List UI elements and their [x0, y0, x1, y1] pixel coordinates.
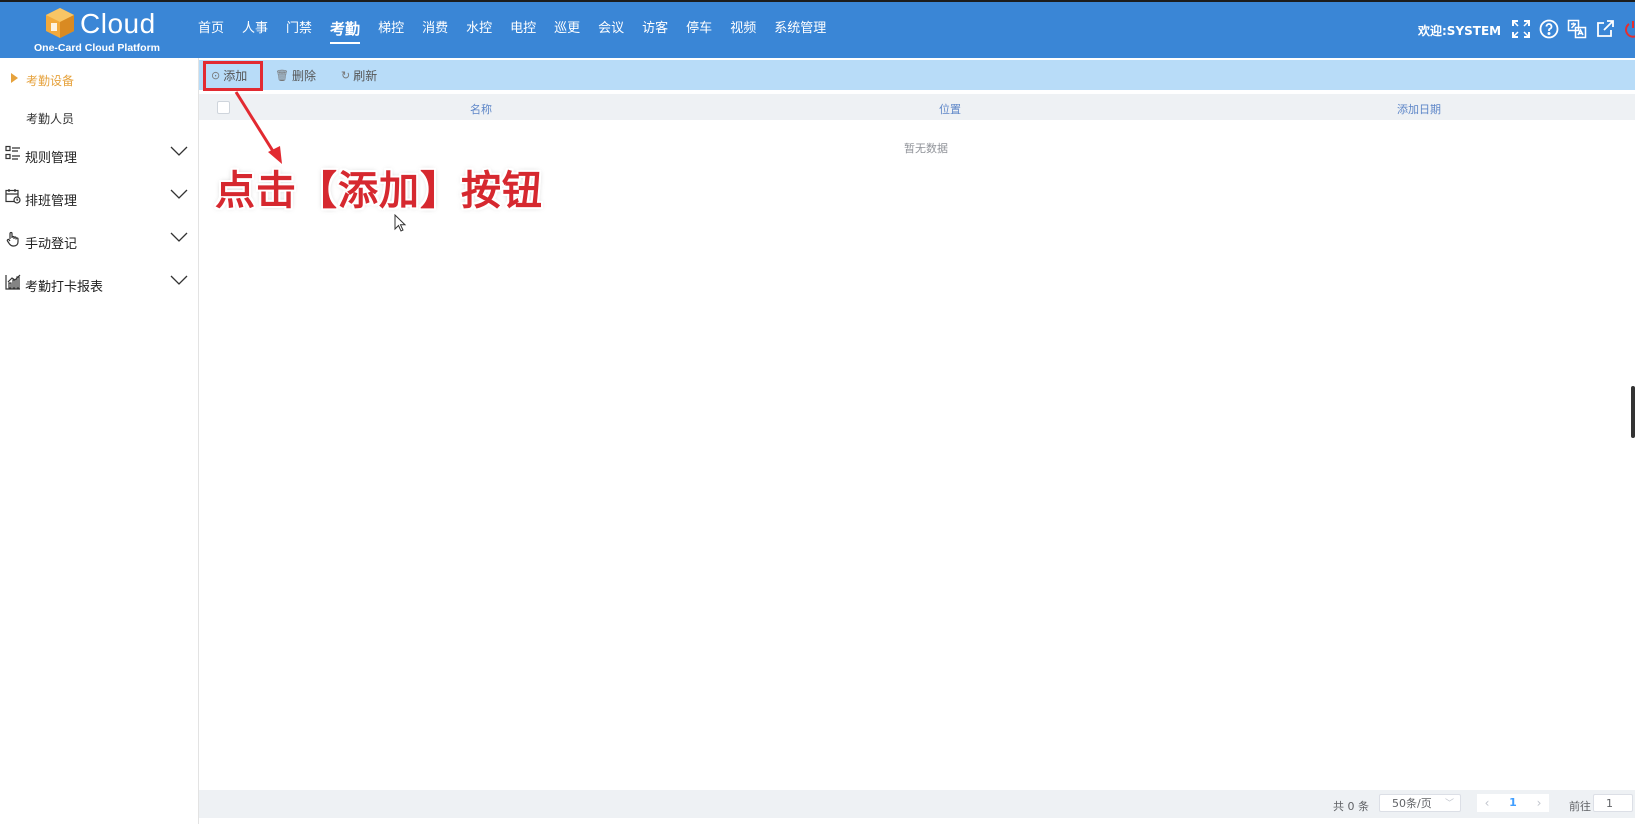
- table-header: 名称 位置 添加日期: [199, 94, 1635, 120]
- sidebar-item-label: 考勤设备: [26, 74, 75, 88]
- goto-label: 前往: [1569, 800, 1591, 813]
- nav-item-patrol[interactable]: 巡更: [554, 18, 580, 44]
- select-all-checkbox[interactable]: [217, 101, 230, 114]
- nav-item-system[interactable]: 系统管理: [774, 18, 826, 44]
- next-page-button[interactable]: ›: [1529, 794, 1549, 812]
- refresh-button-label: 刷新: [353, 68, 378, 83]
- nav-item-meeting[interactable]: 会议: [598, 18, 624, 44]
- external-link-icon[interactable]: [1594, 18, 1616, 40]
- power-icon[interactable]: [1622, 18, 1635, 40]
- nav-item-home[interactable]: 首页: [198, 18, 224, 44]
- nav-item-video[interactable]: 视频: [730, 18, 756, 44]
- welcome-text: 欢迎:SYSTEM: [1418, 24, 1502, 38]
- fullscreen-icon[interactable]: [1510, 18, 1532, 40]
- header-icons: [1510, 18, 1635, 40]
- trash-icon: 🗑: [275, 68, 289, 82]
- sidebar-item-attendance-personnel[interactable]: 考勤人员: [0, 98, 198, 134]
- page-size-select[interactable]: 50条/页 ﹀: [1379, 794, 1461, 812]
- sidebar-group-label: 考勤打卡报表: [25, 280, 104, 295]
- logo-box-icon: [46, 8, 74, 38]
- list-icon: [5, 145, 20, 160]
- toolbar: ⊙ 添加 🗑 删除 ↻ 刷新: [199, 60, 1635, 91]
- page-size-value: 50条/页: [1392, 797, 1432, 810]
- pagination-bar: 共 0 条 50条/页 ﹀ ‹ 1 › 前往 1: [199, 790, 1635, 818]
- column-header-added-date[interactable]: 添加日期: [1397, 101, 1441, 117]
- sidebar-group-label: 手动登记: [25, 237, 78, 252]
- nav-item-personnel[interactable]: 人事: [242, 18, 268, 44]
- delete-button[interactable]: 🗑 删除: [275, 60, 316, 90]
- prev-page-button[interactable]: ‹: [1477, 794, 1497, 812]
- translate-icon[interactable]: [1566, 18, 1588, 40]
- goto-page-input[interactable]: 1: [1593, 794, 1633, 812]
- sidebar-group-label: 规则管理: [25, 151, 78, 166]
- main-nav: 首页 人事 门禁 考勤 梯控 消费 水控 电控 巡更 会议 访客 停车 视频 系…: [198, 18, 844, 44]
- nav-item-electric[interactable]: 电控: [510, 18, 536, 44]
- chevron-down-icon: [170, 232, 188, 242]
- help-icon[interactable]: [1538, 18, 1560, 40]
- refresh-button[interactable]: ↻ 刷新: [341, 60, 377, 90]
- sidebar-group-schedule[interactable]: 排班管理: [0, 177, 198, 217]
- sidebar-item-attendance-device[interactable]: 考勤设备: [0, 60, 198, 96]
- logo[interactable]: Cloud One-Card Cloud Platform: [34, 6, 162, 56]
- chevron-down-icon: ﹀: [1444, 799, 1454, 809]
- sidebar-group-rules[interactable]: 规则管理: [0, 134, 198, 174]
- nav-item-consumption[interactable]: 消费: [422, 18, 448, 44]
- nav-item-elevator[interactable]: 梯控: [378, 18, 404, 44]
- chevron-down-icon: [170, 146, 188, 156]
- chart-icon: [5, 274, 21, 290]
- active-indicator-icon: [11, 73, 18, 83]
- top-border: [0, 0, 1635, 2]
- logo-text: Cloud: [80, 8, 156, 39]
- empty-table-text: 暂无数据: [904, 142, 948, 155]
- column-header-name[interactable]: 名称: [470, 101, 492, 117]
- sidebar-group-report[interactable]: 考勤打卡报表: [0, 263, 198, 303]
- mouse-cursor-icon: [394, 214, 407, 232]
- delete-button-label: 删除: [291, 68, 316, 83]
- scrollbar-handle[interactable]: [1631, 386, 1635, 438]
- sidebar-group-label: 排班管理: [25, 194, 78, 209]
- nav-item-access[interactable]: 门禁: [286, 18, 312, 44]
- nav-item-parking[interactable]: 停车: [686, 18, 712, 44]
- calendar-icon: [5, 189, 21, 204]
- nav-item-attendance[interactable]: 考勤: [330, 18, 361, 44]
- sidebar-item-label: 考勤人员: [26, 112, 75, 126]
- hand-icon: [6, 231, 19, 247]
- nav-item-water[interactable]: 水控: [466, 18, 492, 44]
- annotation-text: 点击【添加】按钮: [215, 168, 543, 214]
- sidebar: 考勤设备 考勤人员 规则管理 排班管理 手动登记 考勤打卡报表: [0, 58, 199, 824]
- column-header-location[interactable]: 位置: [939, 101, 961, 117]
- nav-item-visitor[interactable]: 访客: [642, 18, 668, 44]
- current-page[interactable]: 1: [1497, 794, 1529, 812]
- chevron-down-icon: [170, 275, 188, 285]
- chevron-down-icon: [170, 189, 188, 199]
- refresh-icon: ↻: [341, 68, 351, 82]
- logo-subtitle: One-Card Cloud Platform: [34, 42, 161, 54]
- top-bar: Cloud One-Card Cloud Platform 首页 人事 门禁 考…: [0, 0, 1635, 58]
- add-button-highlight: [203, 61, 263, 91]
- sidebar-group-manual-register[interactable]: 手动登记: [0, 220, 198, 260]
- annotation-arrow: [234, 91, 282, 164]
- total-count: 共 0 条: [1333, 800, 1369, 813]
